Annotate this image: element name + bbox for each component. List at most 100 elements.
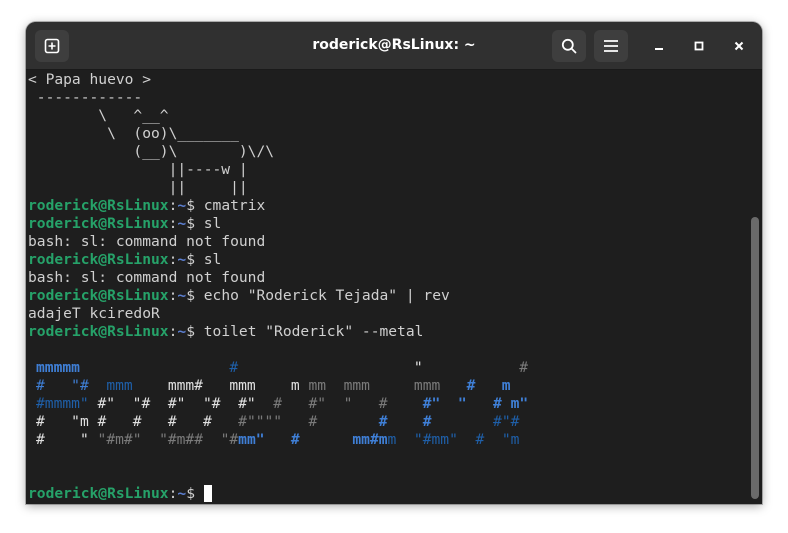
banner-segment: mmm — [229, 377, 256, 394]
output-text: bash: sl: command not found — [28, 269, 266, 286]
banner-segment: #"""" — [238, 413, 283, 430]
banner-segment — [282, 395, 308, 412]
banner-segment — [396, 431, 414, 448]
banner-segment — [423, 359, 520, 376]
new-tab-button[interactable] — [35, 30, 69, 62]
minimize-icon — [655, 48, 663, 50]
cowsay-line: || || — [28, 179, 248, 197]
scrollbar-thumb[interactable] — [751, 217, 759, 499]
minimize-button[interactable] — [647, 34, 671, 58]
prompt-symbol: $ — [186, 197, 204, 214]
banner-segment: mm — [308, 377, 327, 394]
banner-segment — [317, 413, 379, 430]
command-text: sl — [203, 215, 222, 232]
banner-segment: #" — [422, 395, 441, 412]
prompt-user-host: roderick@RsLinux — [28, 251, 169, 268]
command-line: roderick@RsLinux:~$ sl — [28, 215, 221, 233]
banner-segment: "#m## — [159, 431, 203, 448]
banner-segment: #" — [308, 395, 327, 412]
banner-segment: "# — [202, 395, 221, 412]
banner-segment — [106, 413, 132, 430]
banner-segment — [388, 395, 423, 412]
banner-segment: # — [308, 413, 318, 430]
banner-segment — [141, 431, 159, 448]
banner-segment — [45, 377, 71, 394]
cowsay-text: || || — [28, 179, 248, 196]
banner-segment: # — [273, 395, 283, 412]
cowsay-line: ||----w | — [28, 161, 248, 179]
close-button[interactable] — [727, 34, 751, 58]
banner-segment: # — [203, 413, 212, 430]
banner-segment: "# — [220, 431, 239, 448]
cowsay-text: < Papa huevo > — [28, 71, 152, 88]
prompt-user-host: roderick@RsLinux — [28, 287, 169, 304]
banner-segment: mmm — [343, 377, 370, 394]
banner-segment: # — [290, 431, 300, 448]
prompt-user-host: roderick@RsLinux — [28, 323, 169, 340]
banner-line: # " "#m#" "#m## "#mm" # mm#mm "#mm" # "m — [36, 431, 519, 449]
banner-segment — [203, 377, 229, 394]
banner-segment: mmm — [106, 377, 133, 394]
cowsay-text: ------------ — [28, 89, 143, 106]
banner-segment: "m — [71, 413, 89, 430]
cowsay-line: < Papa huevo > — [28, 71, 151, 89]
banner-segment — [89, 377, 107, 394]
banner-segment: mmm — [413, 377, 441, 394]
banner-segment — [89, 431, 98, 448]
banner-segment: "# — [132, 395, 151, 412]
prompt-symbol: $ — [186, 251, 204, 268]
search-icon — [561, 38, 577, 54]
prompt-path: ~ — [177, 215, 187, 232]
current-prompt-line: roderick@RsLinux:~$ — [28, 485, 212, 503]
maximize-button[interactable] — [687, 34, 711, 58]
prompt-user-host: roderick@RsLinux — [28, 197, 169, 214]
banner-segment — [352, 395, 378, 412]
cowsay-line: ------------ — [28, 89, 142, 107]
command-line: roderick@RsLinux:~$ toilet "Roderick" --… — [28, 323, 423, 341]
terminal-window: roderick@RsLinux: ~ < Papa huevo > -----… — [26, 22, 762, 504]
banner-segment: m — [501, 377, 511, 394]
banner-segment — [133, 377, 168, 394]
command-line: roderick@RsLinux:~$ sl — [28, 251, 221, 269]
prompt-symbol: $ — [186, 485, 204, 502]
cowsay-text: \ (oo)\_______ — [28, 125, 239, 142]
banner-segment: # — [475, 431, 485, 448]
command-output: bash: sl: command not found — [28, 269, 265, 287]
banner-segment — [150, 395, 168, 412]
cowsay-line: \ ^__^ — [28, 107, 168, 125]
banner-segment: #mmmm" — [36, 395, 89, 412]
banner-segment: "# — [71, 377, 89, 394]
banner-segment — [370, 377, 414, 394]
menu-button[interactable] — [594, 30, 628, 62]
banner-segment: # — [493, 395, 502, 412]
banner-segment — [440, 377, 466, 394]
banner-segment — [115, 395, 133, 412]
hamburger-menu-icon — [604, 40, 618, 52]
banner-segment — [203, 431, 221, 448]
banner-segment — [440, 395, 458, 412]
banner-segment: "#mm" — [413, 431, 458, 448]
output-text: bash: sl: command not found — [28, 233, 266, 250]
banner-segment: # — [422, 413, 432, 430]
banner-segment — [326, 377, 344, 394]
banner-segment — [177, 413, 203, 430]
prompt-symbol: $ — [186, 323, 204, 340]
cowsay-line: (__)\ )\/\ — [28, 143, 274, 161]
command-line: roderick@RsLinux:~$ cmatrix — [28, 197, 265, 215]
banner-segment: #"# — [493, 413, 520, 430]
banner-segment — [432, 413, 494, 430]
banner-segment: # — [36, 431, 45, 448]
terminal-output[interactable]: < Papa huevo > ------------ \ ^__^ \ (oo… — [26, 70, 748, 504]
banner-segment: #" — [167, 395, 186, 412]
command-text: sl — [203, 251, 222, 268]
banner-segment — [45, 413, 71, 430]
banner-segment — [326, 395, 344, 412]
banner-segment: " — [79, 431, 89, 448]
command-text: echo "Roderick Tejada" | rev — [203, 287, 450, 304]
close-icon — [734, 41, 744, 51]
search-button[interactable] — [552, 30, 586, 62]
banner-segment — [80, 359, 229, 376]
prompt-user-host: roderick@RsLinux — [28, 215, 169, 232]
title-bar: roderick@RsLinux: ~ — [26, 22, 762, 70]
banner-segment — [458, 431, 476, 448]
